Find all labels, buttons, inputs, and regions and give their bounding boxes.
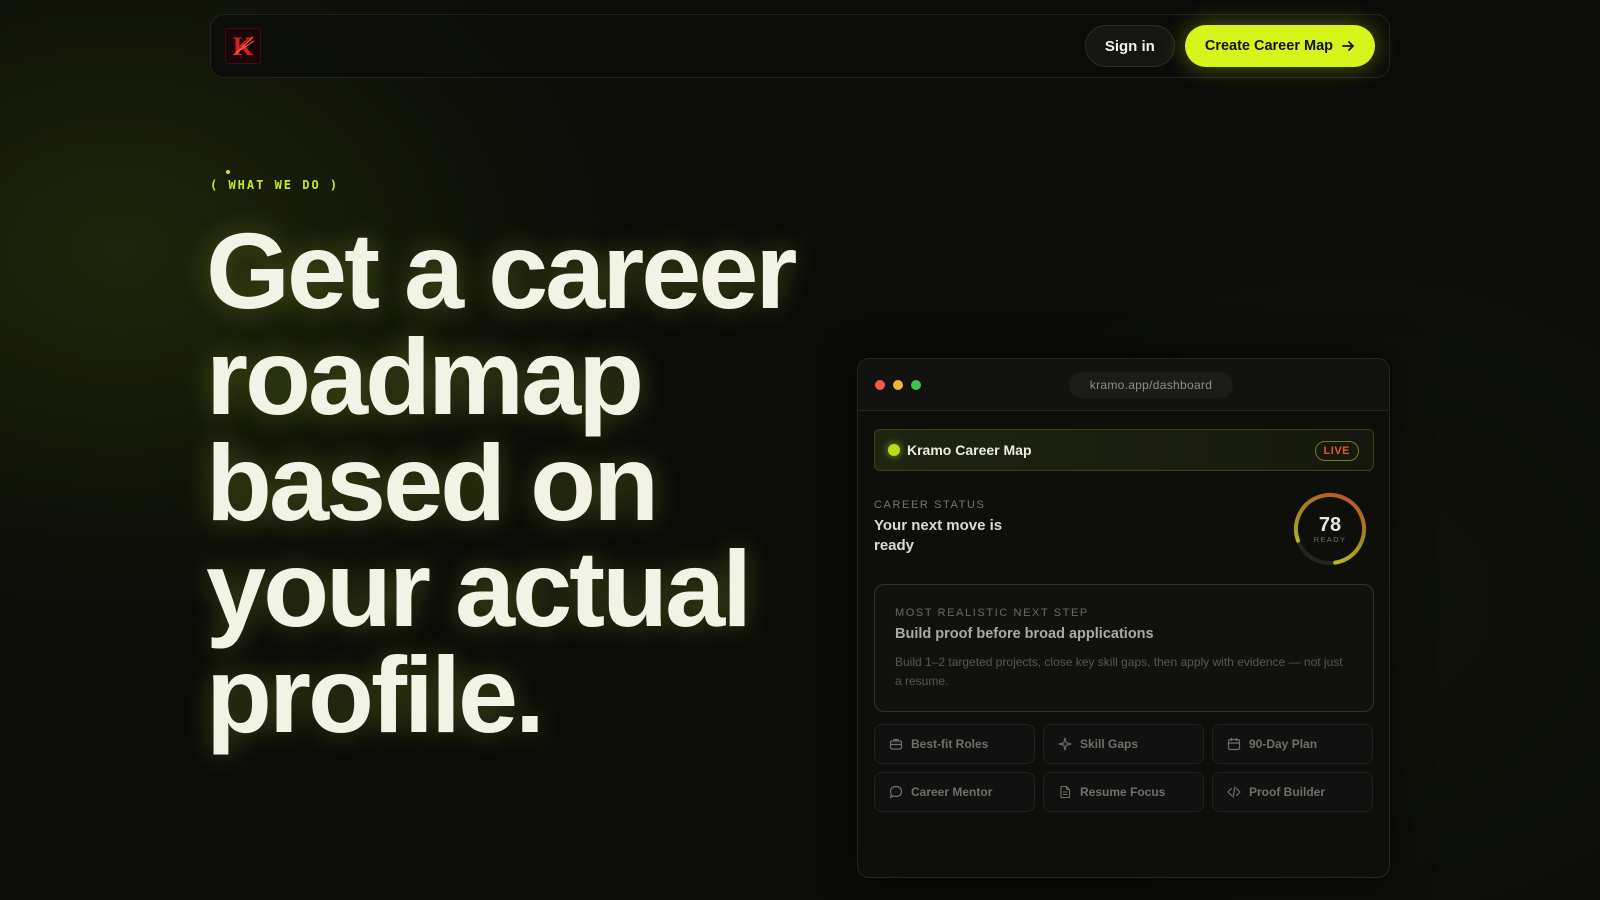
live-badge: LIVE bbox=[1314, 441, 1359, 461]
tile-label: Best-fit Roles bbox=[911, 737, 989, 751]
sparkle-icon bbox=[1058, 737, 1072, 751]
next-step-description: Build 1–2 targeted projects, close key s… bbox=[895, 655, 1343, 688]
sign-in-button[interactable]: Sign in bbox=[1084, 25, 1175, 67]
create-career-map-label: Create Career Map bbox=[1204, 38, 1333, 54]
maximize-dot-icon bbox=[911, 380, 921, 390]
calendar-icon bbox=[1227, 738, 1241, 751]
tile-skill-gaps[interactable]: Skill Gaps bbox=[1043, 724, 1204, 764]
tile-best-fit-roles[interactable]: Best-fit Roles bbox=[874, 724, 1035, 764]
url-bar: kramo.app/dashboard bbox=[1069, 372, 1233, 398]
section-eyebrow: ( WHAT WE DO ) bbox=[210, 178, 340, 192]
tile-resume-focus[interactable]: Resume Focus bbox=[1043, 772, 1204, 812]
arrow-right-icon bbox=[1342, 41, 1354, 51]
top-navbar: K Sign in Create Career Map bbox=[210, 14, 1390, 78]
close-dot-icon bbox=[875, 380, 885, 390]
tile-label: Skill Gaps bbox=[1080, 737, 1139, 751]
briefcase-icon bbox=[889, 738, 903, 750]
career-status-text: Your next move is ready bbox=[874, 517, 1003, 554]
next-step-title: Build proof before broad applications bbox=[895, 626, 1154, 642]
chat-icon bbox=[889, 785, 903, 799]
minimize-dot-icon bbox=[893, 380, 903, 390]
window-titlebar: kramo.app/dashboard bbox=[858, 359, 1389, 411]
tile-label: Resume Focus bbox=[1080, 785, 1166, 799]
hero-headline: Get a career roadmap based on your actua… bbox=[206, 210, 797, 755]
career-map-title: Kramo Career Map bbox=[907, 442, 1032, 458]
live-indicator-icon bbox=[888, 444, 900, 456]
readiness-gauge: 78 READY bbox=[1294, 493, 1366, 565]
logo-mark-icon: K bbox=[233, 32, 255, 61]
dashboard-preview-card: kramo.app/dashboard Kramo Career Map LIV… bbox=[857, 358, 1390, 878]
next-step-panel: MOST REALISTIC NEXT STEP Build proof bef… bbox=[874, 584, 1374, 712]
score-value: 78 bbox=[1319, 514, 1341, 536]
eyebrow-dot bbox=[226, 170, 230, 174]
code-icon bbox=[1227, 786, 1241, 798]
document-icon bbox=[1060, 785, 1071, 799]
next-step-label: MOST REALISTIC NEXT STEP bbox=[895, 607, 1089, 619]
career-status-label: CAREER STATUS bbox=[874, 499, 986, 511]
tile-90-day-plan[interactable]: 90-Day Plan bbox=[1212, 724, 1373, 764]
tile-proof-builder[interactable]: Proof Builder bbox=[1212, 772, 1373, 812]
nav-actions: Sign in Create Career Map bbox=[1084, 25, 1375, 67]
create-career-map-button[interactable]: Create Career Map bbox=[1184, 25, 1375, 67]
tile-career-mentor[interactable]: Career Mentor bbox=[874, 772, 1035, 812]
kramo-logo[interactable]: K bbox=[225, 28, 261, 64]
tile-label: 90-Day Plan bbox=[1249, 737, 1318, 751]
career-map-header: Kramo Career Map LIVE bbox=[874, 429, 1374, 471]
tile-label: Career Mentor bbox=[911, 785, 993, 799]
tile-label: Proof Builder bbox=[1249, 785, 1326, 799]
score-label: READY bbox=[1314, 535, 1347, 544]
